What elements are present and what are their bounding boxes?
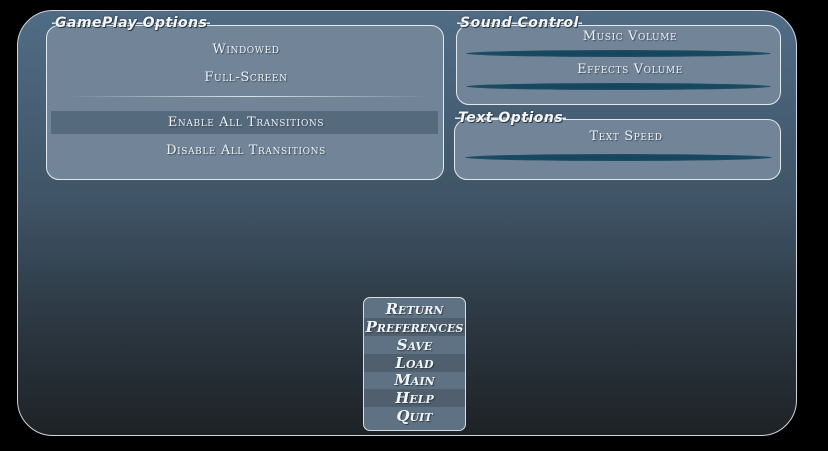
fullscreen-option[interactable]: Full-Screen — [146, 70, 346, 85]
windowed-option[interactable]: Windowed — [146, 42, 346, 57]
menu-preferences-button[interactable]: Preferences — [364, 318, 465, 336]
gameplay-options-title: GamePlay Options — [52, 15, 211, 31]
enable-transitions-option[interactable]: Enable All Transitions — [96, 115, 396, 130]
music-volume-label: Music Volume — [582, 29, 678, 44]
menu-return-button[interactable]: Return — [364, 300, 465, 318]
screen: GamePlay Options Windowed Full-Screen En… — [0, 0, 828, 451]
menu-help-button[interactable]: Help — [364, 389, 465, 407]
music-volume-slider[interactable] — [466, 50, 771, 57]
effects-volume-label: Effects Volume — [577, 62, 683, 77]
menu-main-button[interactable]: Main — [364, 371, 465, 389]
gameplay-divider — [68, 96, 428, 97]
menu-quit-button[interactable]: Quit — [364, 407, 465, 425]
text-options-title: Text Options — [455, 110, 567, 126]
effects-volume-slider[interactable] — [466, 83, 771, 90]
menu-save-button[interactable]: Save — [364, 336, 465, 354]
main-menu: Return Preferences Save Load Main Help Q… — [363, 297, 466, 431]
menu-load-button[interactable]: Load — [364, 354, 465, 372]
text-speed-label: Text Speed — [589, 129, 663, 144]
disable-transitions-option[interactable]: Disable All Transitions — [96, 143, 396, 158]
text-speed-slider[interactable] — [465, 154, 772, 161]
